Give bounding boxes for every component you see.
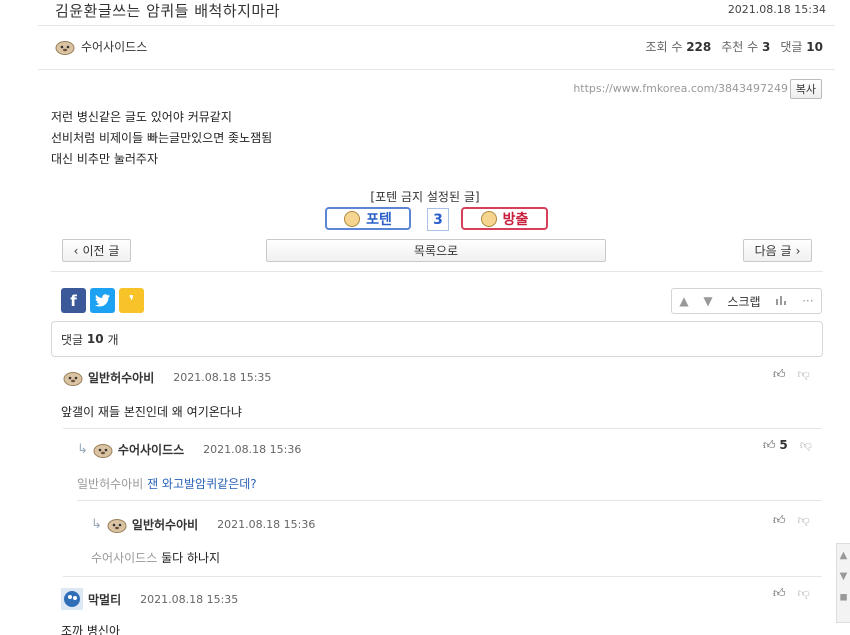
comment-header: ↳ 수어사이드스 2021.08.18 15:36 [77,441,301,458]
divider [38,69,835,70]
comment-count-box: 댓글 10 개 [51,321,823,357]
divider [63,428,822,429]
comment-text: 조까 병신아 [61,624,121,635]
comment-header: 일반허수아비 2021.08.18 15:35 [63,369,271,386]
thumbs-down-icon[interactable]: 👎︎ [800,438,812,453]
angry-face-icon [480,210,497,227]
avatar [61,588,83,610]
comment-header: 막멀티 2021.08.18 15:35 [61,588,238,610]
comment-author[interactable]: 일반허수아비 [132,516,198,533]
comment-date: 2021.08.18 15:35 [173,371,272,384]
scroll-up-icon[interactable]: ▲ [837,550,850,561]
comment-votes: 👍︎ 5 👎︎ [763,438,812,453]
stats-icon[interactable] [775,294,787,308]
more-icon[interactable]: ··· [802,294,813,308]
avatar [55,39,75,55]
facebook-icon: f [70,291,77,310]
content-line: 선비처럼 비제이들 빠는글만있으면 좆노잼됨 [51,131,273,145]
comment-text: 둘다 하나지 [161,551,221,565]
avatar [93,442,113,458]
prev-post-button[interactable]: ‹ 이전 글 [62,239,131,262]
list-button[interactable]: 목록으로 [266,239,606,262]
kakao-icon: ❜ [128,291,135,310]
next-post-label: 다음 글 [754,244,792,258]
comment-date: 2021.08.18 15:36 [203,443,302,456]
thumbs-down-icon[interactable]: 👎︎ [798,513,810,528]
chevron-right-icon: › [795,243,801,258]
post-author-row: 수어사이드스 [55,38,147,55]
comment-author[interactable]: 일반허수아비 [88,369,154,386]
avatar [107,517,127,533]
comment-icon[interactable]: ◼ [837,592,850,603]
thumbs-up-icon[interactable]: 👍︎ [773,367,786,382]
scroll-down-icon[interactable]: ▼ [703,294,712,308]
scroll-down-icon[interactable]: ▼ [837,571,850,582]
comment-text: 잰 와고발암퀴같은데? [147,477,257,491]
scroll-up-icon[interactable]: ▲ [679,294,688,308]
post-title: 김윤환글쓰는 암퀴들 배척하지마라 [55,2,281,20]
comment-mention[interactable]: 수어사이드스 [91,551,157,565]
divider [51,271,823,272]
divider [77,500,822,501]
thumb-face-icon [344,210,361,227]
post-url[interactable]: https://www.fmkorea.com/3843497249 [573,82,788,95]
post-content: 저런 병신같은 글도 있어야 커뮤같지 선비처럼 비제이들 빠는글만있으면 좆노… [51,107,272,170]
content-line: 저런 병신같은 글도 있어야 커뮤같지 [51,110,232,124]
comment-votes: 👍︎ 👎︎ [773,367,810,382]
twitter-icon [95,294,110,307]
recommend-count: 3 [762,40,771,54]
thumbs-up-icon[interactable]: 👍︎ 5 [763,438,788,453]
release-vote-button[interactable]: 방출 [461,207,548,230]
thumbs-down-icon[interactable]: 👎︎ [798,586,810,601]
recommend-label: 추천 수 [721,40,759,54]
divider [38,25,835,26]
comment-author[interactable]: 막멀티 [88,591,121,608]
reply-arrow-icon: ↳ [91,517,102,532]
comment-date: 2021.08.18 15:35 [140,592,239,606]
post-toolbar: ▲ ▼ 스크랩 ··· [671,288,822,314]
content-line: 대신 비추만 눌러주자 [51,152,158,166]
comment-author[interactable]: 수어사이드스 [118,441,184,458]
comment-header: ↳ 일반허수아비 2021.08.18 15:36 [91,516,315,533]
views-label: 조회 수 [645,40,683,54]
prev-post-label: 이전 글 [82,244,120,258]
reply-arrow-icon: ↳ [77,442,88,457]
comment-count-value: 10 [86,332,104,346]
potent-banned-label: [포텐 금지 설정된 글] [370,190,480,204]
thumbs-up-icon[interactable]: 👍︎ [773,513,786,528]
floating-scroll-tab[interactable]: ▲ ▼ ◼ [836,543,850,623]
avatar [63,370,83,386]
thumbs-down-icon[interactable]: 👎︎ [798,367,810,382]
post-meta: 조회 수 228 추천 수 3 댓글 10 [645,38,823,55]
release-label: 방출 [502,211,529,228]
twitter-share-button[interactable] [90,288,115,313]
like-count: 5 [779,438,788,452]
comment-count-unit: 개 [107,332,119,347]
potent-label: 포텐 [366,211,392,228]
comment-votes: 👍︎ 👎︎ [773,586,810,601]
comment-count-label: 댓글 [61,332,84,347]
scrap-button[interactable]: 스크랩 [727,293,760,310]
views-count: 228 [686,40,712,54]
potent-vote-button[interactable]: 포텐 [325,207,411,230]
thumbs-up-icon[interactable]: 👍︎ [773,586,786,601]
divider [63,576,822,577]
copy-url-button[interactable]: 복사 [789,79,822,99]
comments-label: 댓글 [780,40,803,54]
facebook-share-button[interactable]: f [61,288,86,313]
comment-mention[interactable]: 일반허수아비 [77,477,143,491]
comment-votes: 👍︎ 👎︎ [773,513,810,528]
comments-count: 10 [806,40,823,54]
vote-count: 3 [427,208,449,231]
comment-text-row: 수어사이드스 둘다 하나지 [91,549,220,566]
comment-date: 2021.08.18 15:36 [217,518,316,531]
comment-text: 앞갤이 재들 본진인데 왜 여기온다냐 [61,405,242,419]
comment-text-row: 일반허수아비 잰 와고발암퀴같은데? [77,475,257,492]
next-post-button[interactable]: 다음 글 › [743,239,812,262]
kakao-share-button[interactable]: ❜ [119,288,144,313]
chevron-left-icon: ‹ [73,243,79,258]
post-author[interactable]: 수어사이드스 [81,38,147,55]
post-date: 2021.08.18 15:34 [727,3,826,16]
